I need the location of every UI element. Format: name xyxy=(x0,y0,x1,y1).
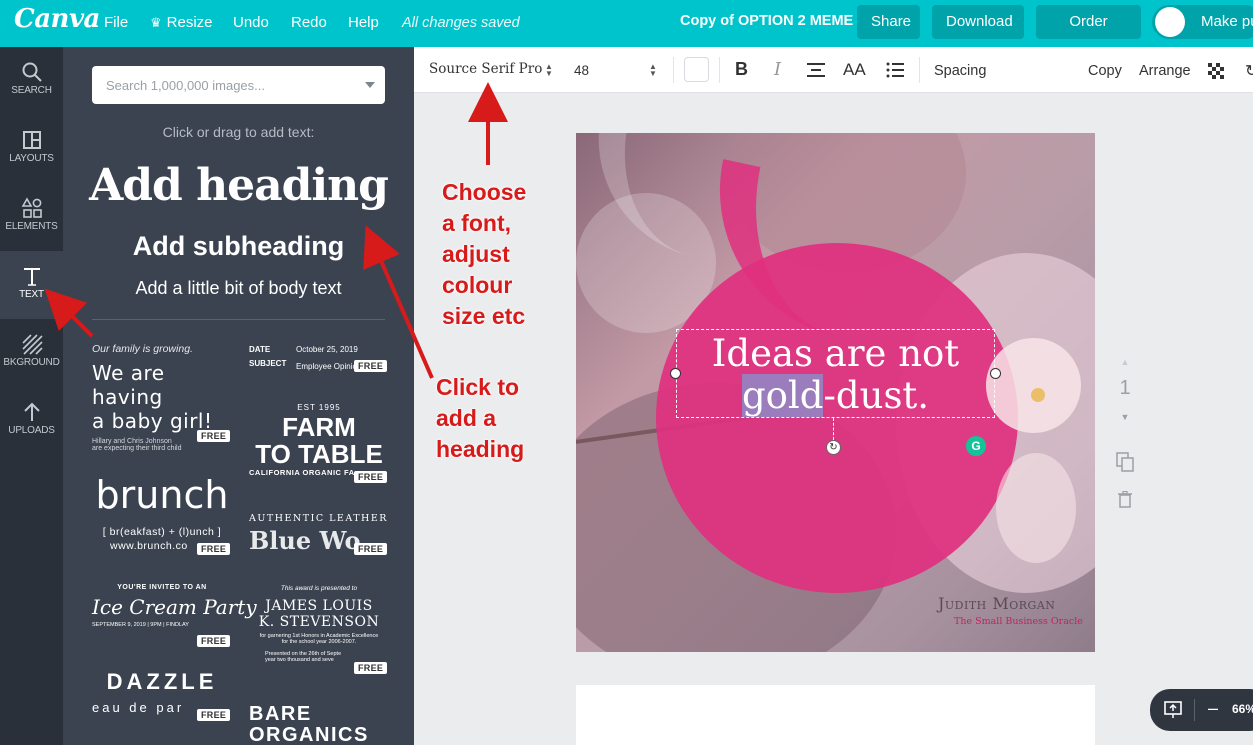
annotation-line: heading xyxy=(436,436,525,462)
annotation-line: Choose xyxy=(442,179,527,205)
annotation-heading-tip: Click to add a heading xyxy=(436,372,524,465)
annotation-line: size etc xyxy=(442,303,526,329)
annotation-line: adjust xyxy=(442,241,510,267)
annotation-line: Click to xyxy=(436,374,520,400)
annotation-font-tip: Choose a font, adjust colour size etc xyxy=(442,177,526,332)
arrow-to-heading xyxy=(363,225,434,379)
arrow-to-text-tab xyxy=(44,288,94,338)
annotation-line: add a xyxy=(436,405,497,431)
annotation-line: a font, xyxy=(442,210,511,236)
annotation-line: colour xyxy=(442,272,513,298)
annotation-arrows xyxy=(44,82,508,379)
